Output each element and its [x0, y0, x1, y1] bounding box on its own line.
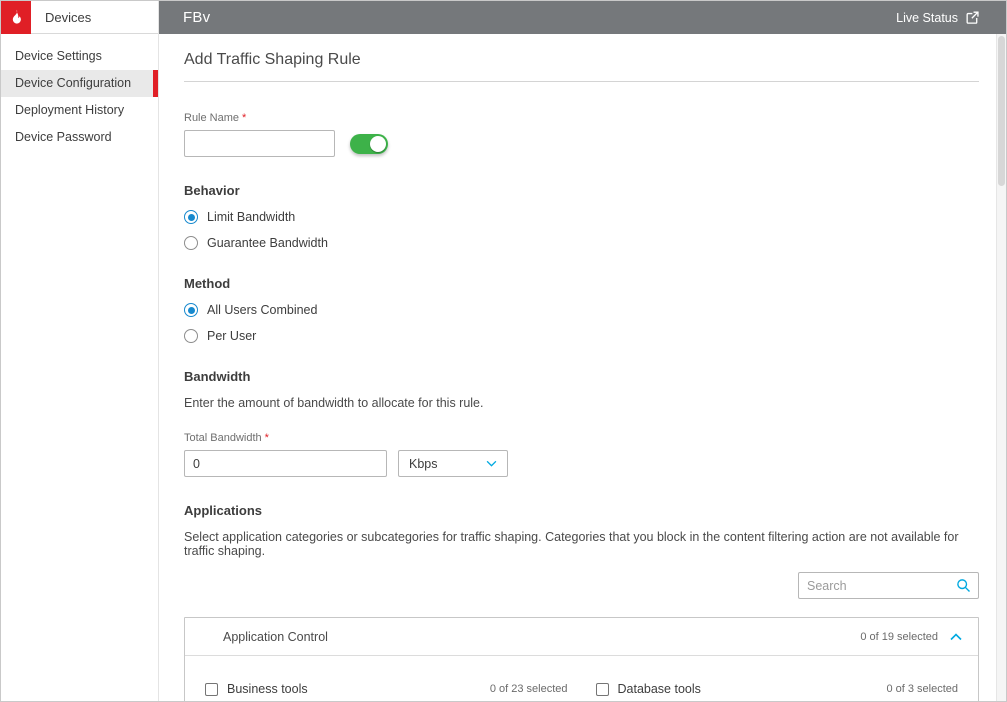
bandwidth-row: Kbps [184, 450, 979, 477]
app-row-label: Business tools [227, 682, 308, 696]
rule-name-row [184, 130, 979, 157]
sidebar-item-label: Deployment History [15, 103, 125, 117]
search-row [184, 572, 979, 599]
search-box [798, 572, 979, 599]
rule-name-label: Rule Name * [184, 112, 247, 124]
radio-label: All Users Combined [207, 303, 318, 317]
live-status-link[interactable]: Live Status [896, 10, 982, 25]
content-area: FBv Live Status Add Traffic Shaping Rule… [159, 1, 1006, 701]
panel-selected-summary: 0 of 19 selected [860, 630, 938, 643]
method-header: Method [184, 276, 231, 291]
app-row-business-tools: Business tools 0 of 23 selected [205, 682, 568, 696]
applications-description: Select application categories or subcate… [184, 530, 959, 558]
sidebar-item-label: Device Settings [15, 49, 102, 63]
page-body: Add Traffic Shaping Rule Rule Name * Beha… [159, 34, 1006, 701]
topbar: FBv Live Status [159, 1, 1006, 34]
chevron-up-icon[interactable] [950, 632, 962, 641]
sidebar-item-label: Device Password [15, 130, 112, 144]
external-link-icon [965, 10, 980, 25]
app-row-label: Database tools [617, 682, 701, 696]
panel-title: Application Control [223, 629, 328, 644]
sidebar-item-label: Device Configuration [15, 76, 132, 90]
sidebar-item-device-password[interactable]: Device Password [1, 124, 158, 151]
application-control-panel-body: Business tools 0 of 23 selected Database… [185, 656, 978, 701]
application-control-panel-header[interactable]: Application Control 0 of 19 selected [185, 618, 978, 656]
app-window: Devices Device Settings Device Configura… [0, 0, 1007, 702]
sidebar-nav: Device Settings Device Configuration Dep… [1, 43, 158, 151]
chevron-down-icon [486, 460, 497, 467]
radio-per-user[interactable]: Per User [184, 329, 979, 343]
sidebar-item-deployment-history[interactable]: Deployment History [1, 97, 158, 124]
radio-label: Limit Bandwidth [207, 210, 296, 224]
sidebar: Devices Device Settings Device Configura… [1, 1, 159, 701]
search-input[interactable] [798, 572, 979, 599]
sidebar-item-device-settings[interactable]: Device Settings [1, 43, 158, 70]
radio-icon [184, 210, 198, 224]
watchguard-logo[interactable] [1, 1, 31, 34]
total-bandwidth-label: Total Bandwidth * [184, 432, 269, 444]
radio-icon [184, 236, 198, 250]
required-marker: * [264, 432, 269, 444]
radio-limit-bandwidth[interactable]: Limit Bandwidth [184, 210, 979, 224]
applications-header: Applications [184, 503, 263, 518]
behavior-header: Behavior [184, 183, 240, 198]
sidebar-item-device-configuration[interactable]: Device Configuration [1, 70, 158, 97]
bandwidth-unit-select[interactable]: Kbps [398, 450, 508, 477]
device-title: FBv [183, 9, 211, 26]
radio-all-users-combined[interactable]: All Users Combined [184, 303, 979, 317]
app-row-count: 0 of 3 selected [886, 683, 958, 695]
device-menu[interactable]: Devices [1, 1, 158, 34]
radio-guarantee-bandwidth[interactable]: Guarantee Bandwidth [184, 236, 979, 250]
rule-enabled-toggle[interactable] [350, 133, 388, 154]
live-status-label: Live Status [896, 10, 958, 25]
sidebar-brand-label: Devices [45, 9, 92, 25]
flame-icon [8, 9, 25, 26]
scrollbar-thumb[interactable] [998, 36, 1005, 186]
checkbox[interactable] [595, 682, 609, 696]
checkbox[interactable] [205, 682, 218, 696]
title-divider [184, 81, 979, 82]
radio-icon [184, 329, 198, 343]
radio-icon [184, 303, 198, 317]
rule-name-input[interactable] [184, 130, 335, 157]
bandwidth-header: Bandwidth [184, 369, 251, 384]
application-control-panel: Application Control 0 of 19 selected Bus… [184, 617, 979, 701]
bandwidth-unit-value: Kbps [409, 456, 438, 471]
radio-label: Guarantee Bandwidth [207, 236, 328, 250]
page-title: Add Traffic Shaping Rule [184, 51, 361, 68]
app-row-database-tools: Database tools 0 of 3 selected [595, 682, 958, 696]
bandwidth-description: Enter the amount of bandwidth to allocat… [184, 396, 484, 410]
app-row-count: 0 of 23 selected [489, 683, 568, 695]
search-icon[interactable] [956, 578, 971, 598]
required-marker: * [242, 112, 247, 124]
radio-label: Per User [207, 329, 257, 343]
total-bandwidth-input[interactable] [184, 450, 387, 477]
vertical-scrollbar[interactable] [996, 34, 1006, 701]
